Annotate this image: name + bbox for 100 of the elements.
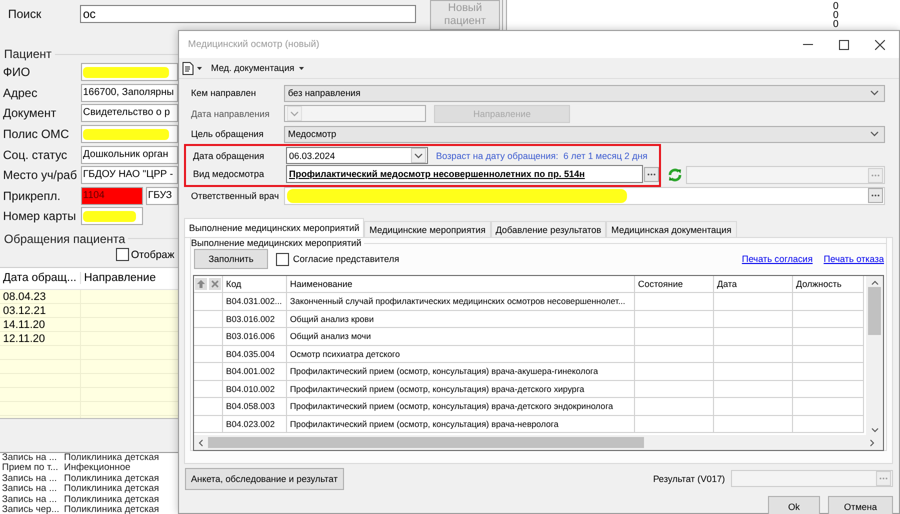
column-header[interactable]: Дата обращ...: [0, 272, 81, 284]
checkbox-label: Согласие представителя: [293, 254, 400, 264]
table-cell: [793, 293, 864, 310]
column-header[interactable]: Должность: [793, 276, 864, 293]
table-cell[interactable]: 14.11.20: [3, 318, 46, 331]
table-cell: [194, 363, 223, 380]
search-field[interactable]: ос: [80, 5, 416, 23]
table-cell: Поликлиника детская: [64, 474, 160, 484]
field-label: Дата обращения: [193, 150, 266, 161]
column-header[interactable]: Наименование: [287, 276, 635, 293]
delete-icon[interactable]: [209, 278, 221, 290]
menu-button[interactable]: Мед. документация: [211, 63, 304, 73]
print-link[interactable]: Печать согласия: [742, 254, 813, 264]
document-icon[interactable]: [182, 62, 194, 74]
dropdown[interactable]: Медосмотр: [284, 126, 885, 143]
ellipsis-icon: [879, 477, 888, 480]
table-cell: Общий анализ крови: [287, 310, 635, 328]
field-label: Вид медосмотра: [193, 169, 266, 180]
table-cell: [194, 346, 223, 363]
chevron-right-icon[interactable]: [870, 438, 875, 446]
table-cell-text: Запись на ...: [1, 474, 58, 484]
survey-button[interactable]: Анкета, обследование и результат: [185, 468, 344, 490]
text-field[interactable]: [686, 166, 885, 184]
tab[interactable]: Выполнение медицинских мероприятий: [184, 218, 364, 237]
table-cell-text: Запись на ...: [1, 452, 58, 464]
chevron-down-icon[interactable]: [414, 152, 423, 159]
text-field[interactable]: [81, 63, 178, 82]
cancel-button[interactable]: Отмена: [828, 496, 893, 514]
dropdown[interactable]: без направления: [284, 84, 885, 102]
print-link[interactable]: Печать отказа: [824, 254, 884, 264]
checkbox[interactable]: [116, 248, 129, 262]
table-cell: Профилактический прием (осмотр, консультация) врача-детского хирурга: [287, 380, 635, 398]
group-title: Обращения пациента: [4, 232, 126, 246]
field-label: Адрес: [2, 86, 38, 100]
checkbox[interactable]: [276, 252, 289, 266]
vertical-scrollbar[interactable]: [866, 276, 883, 435]
text-field[interactable]: [81, 207, 143, 226]
table-cell: B04.001.002: [223, 363, 287, 380]
browse-button[interactable]: [876, 471, 891, 486]
arrow-up-icon[interactable]: [195, 278, 207, 290]
table-cell: Инфекционное: [64, 463, 130, 474]
table-cell-text: Поликлиника детская: [64, 452, 160, 463]
table-cell-text: Запись чер...: [1, 505, 60, 514]
column-header[interactable]: Состояние: [635, 276, 714, 293]
table-cell: B04.058.003: [223, 398, 287, 416]
tab[interactable]: Медицинская документация: [606, 221, 737, 237]
table-cell: [793, 346, 864, 363]
chevron-down-icon[interactable]: [870, 90, 879, 96]
text-field[interactable]: 166700, Заполярны: [81, 84, 178, 102]
ellipsis-icon: [647, 172, 656, 176]
table-cell: Профилактический прием (осмотр, консультация) врача-невролога: [287, 416, 635, 433]
column-header[interactable]: Дата: [714, 276, 793, 293]
close-icon[interactable]: [875, 40, 885, 50]
table-cell: [194, 380, 223, 398]
table-cell[interactable]: 03.12.21: [3, 304, 46, 317]
table-cell: Осмотр психиатра детского: [287, 346, 635, 363]
text-field[interactable]: [81, 125, 178, 144]
field-label: Полис ОМС: [2, 127, 70, 142]
chevron-left-icon[interactable]: [198, 438, 203, 446]
chevron-down-icon[interactable]: [870, 131, 879, 138]
counter-value: 0: [833, 11, 839, 20]
column-header[interactable]: Код: [223, 276, 287, 293]
tab[interactable]: Медицинские мероприятия: [364, 221, 491, 237]
table-cell[interactable]: 12.11.20: [3, 332, 46, 345]
search-label: Поиск: [7, 6, 42, 21]
field-label: Цель обращения: [191, 129, 265, 140]
text-field[interactable]: Дошкольник орган: [81, 146, 178, 164]
lookup-field[interactable]: [284, 186, 885, 205]
chevron-down-icon[interactable]: [870, 428, 878, 433]
ok-button[interactable]: Ok: [768, 496, 820, 514]
table-cell-text: Прием по т...: [1, 463, 60, 474]
refresh-icon[interactable]: [667, 167, 683, 184]
chevron-up-icon[interactable]: [870, 280, 878, 285]
maximize-icon[interactable]: [839, 40, 849, 50]
lookup-field[interactable]: Профилактический медосмотр несовершеннолетних по пр. 514н: [286, 165, 643, 184]
table-cell: Поликлиника детская: [64, 484, 160, 495]
group-title: Выполнение медицинских мероприятий: [191, 238, 362, 248]
text-field[interactable]: Свидетельство о р: [81, 104, 178, 122]
browse-button[interactable]: [868, 188, 883, 204]
table-cell: B03.016.006: [223, 328, 287, 346]
table-cell: B04.031.002...: [223, 293, 287, 310]
table-cell: [793, 380, 864, 398]
browse-button[interactable]: [868, 168, 883, 183]
browse-button[interactable]: [644, 166, 659, 182]
text-field[interactable]: ГБДОУ НАО "ЦРР -: [81, 166, 178, 184]
date-field[interactable]: 06.03.2024: [286, 147, 428, 164]
tab[interactable]: Добавление результатов: [490, 221, 606, 237]
text-field[interactable]: ГБУЗ: [146, 186, 178, 205]
field-label: ФИО: [2, 65, 32, 80]
scrollbar-thumb[interactable]: [208, 437, 644, 448]
result-field[interactable]: [731, 470, 893, 487]
column-header[interactable]: Направление: [81, 272, 156, 284]
fill-button[interactable]: Заполнить: [194, 249, 268, 269]
counter-value: 0: [833, 2, 839, 11]
horizontal-scrollbar[interactable]: [194, 435, 883, 450]
field-label: Прикрепл.: [2, 188, 62, 203]
caret-icon[interactable]: [197, 66, 202, 70]
field-label: Результат (V017): [653, 474, 725, 484]
table-cell[interactable]: 08.04.23: [3, 290, 46, 303]
scrollbar-thumb[interactable]: [868, 287, 881, 335]
